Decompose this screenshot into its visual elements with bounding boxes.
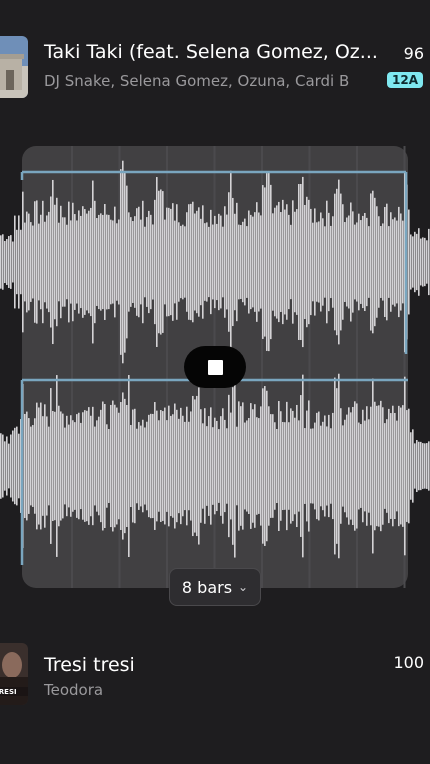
stop-button[interactable] [184, 346, 246, 388]
track-title: Tresi tresi [44, 654, 135, 676]
album-art: TRESI [0, 643, 28, 705]
track-row[interactable]: TRESI Tresi tresi Teodora 100 [0, 643, 430, 707]
chevron-down-icon: ⌄ [238, 580, 249, 594]
svg-text:TRESI: TRESI [0, 688, 17, 696]
loop-length-dropdown[interactable]: 8 bars ⌄ [169, 568, 261, 606]
track-artist: Teodora [44, 681, 104, 699]
loop-length-label: 8 bars [181, 577, 233, 597]
track-bpm: 100 [393, 653, 424, 672]
stop-icon [207, 359, 223, 375]
